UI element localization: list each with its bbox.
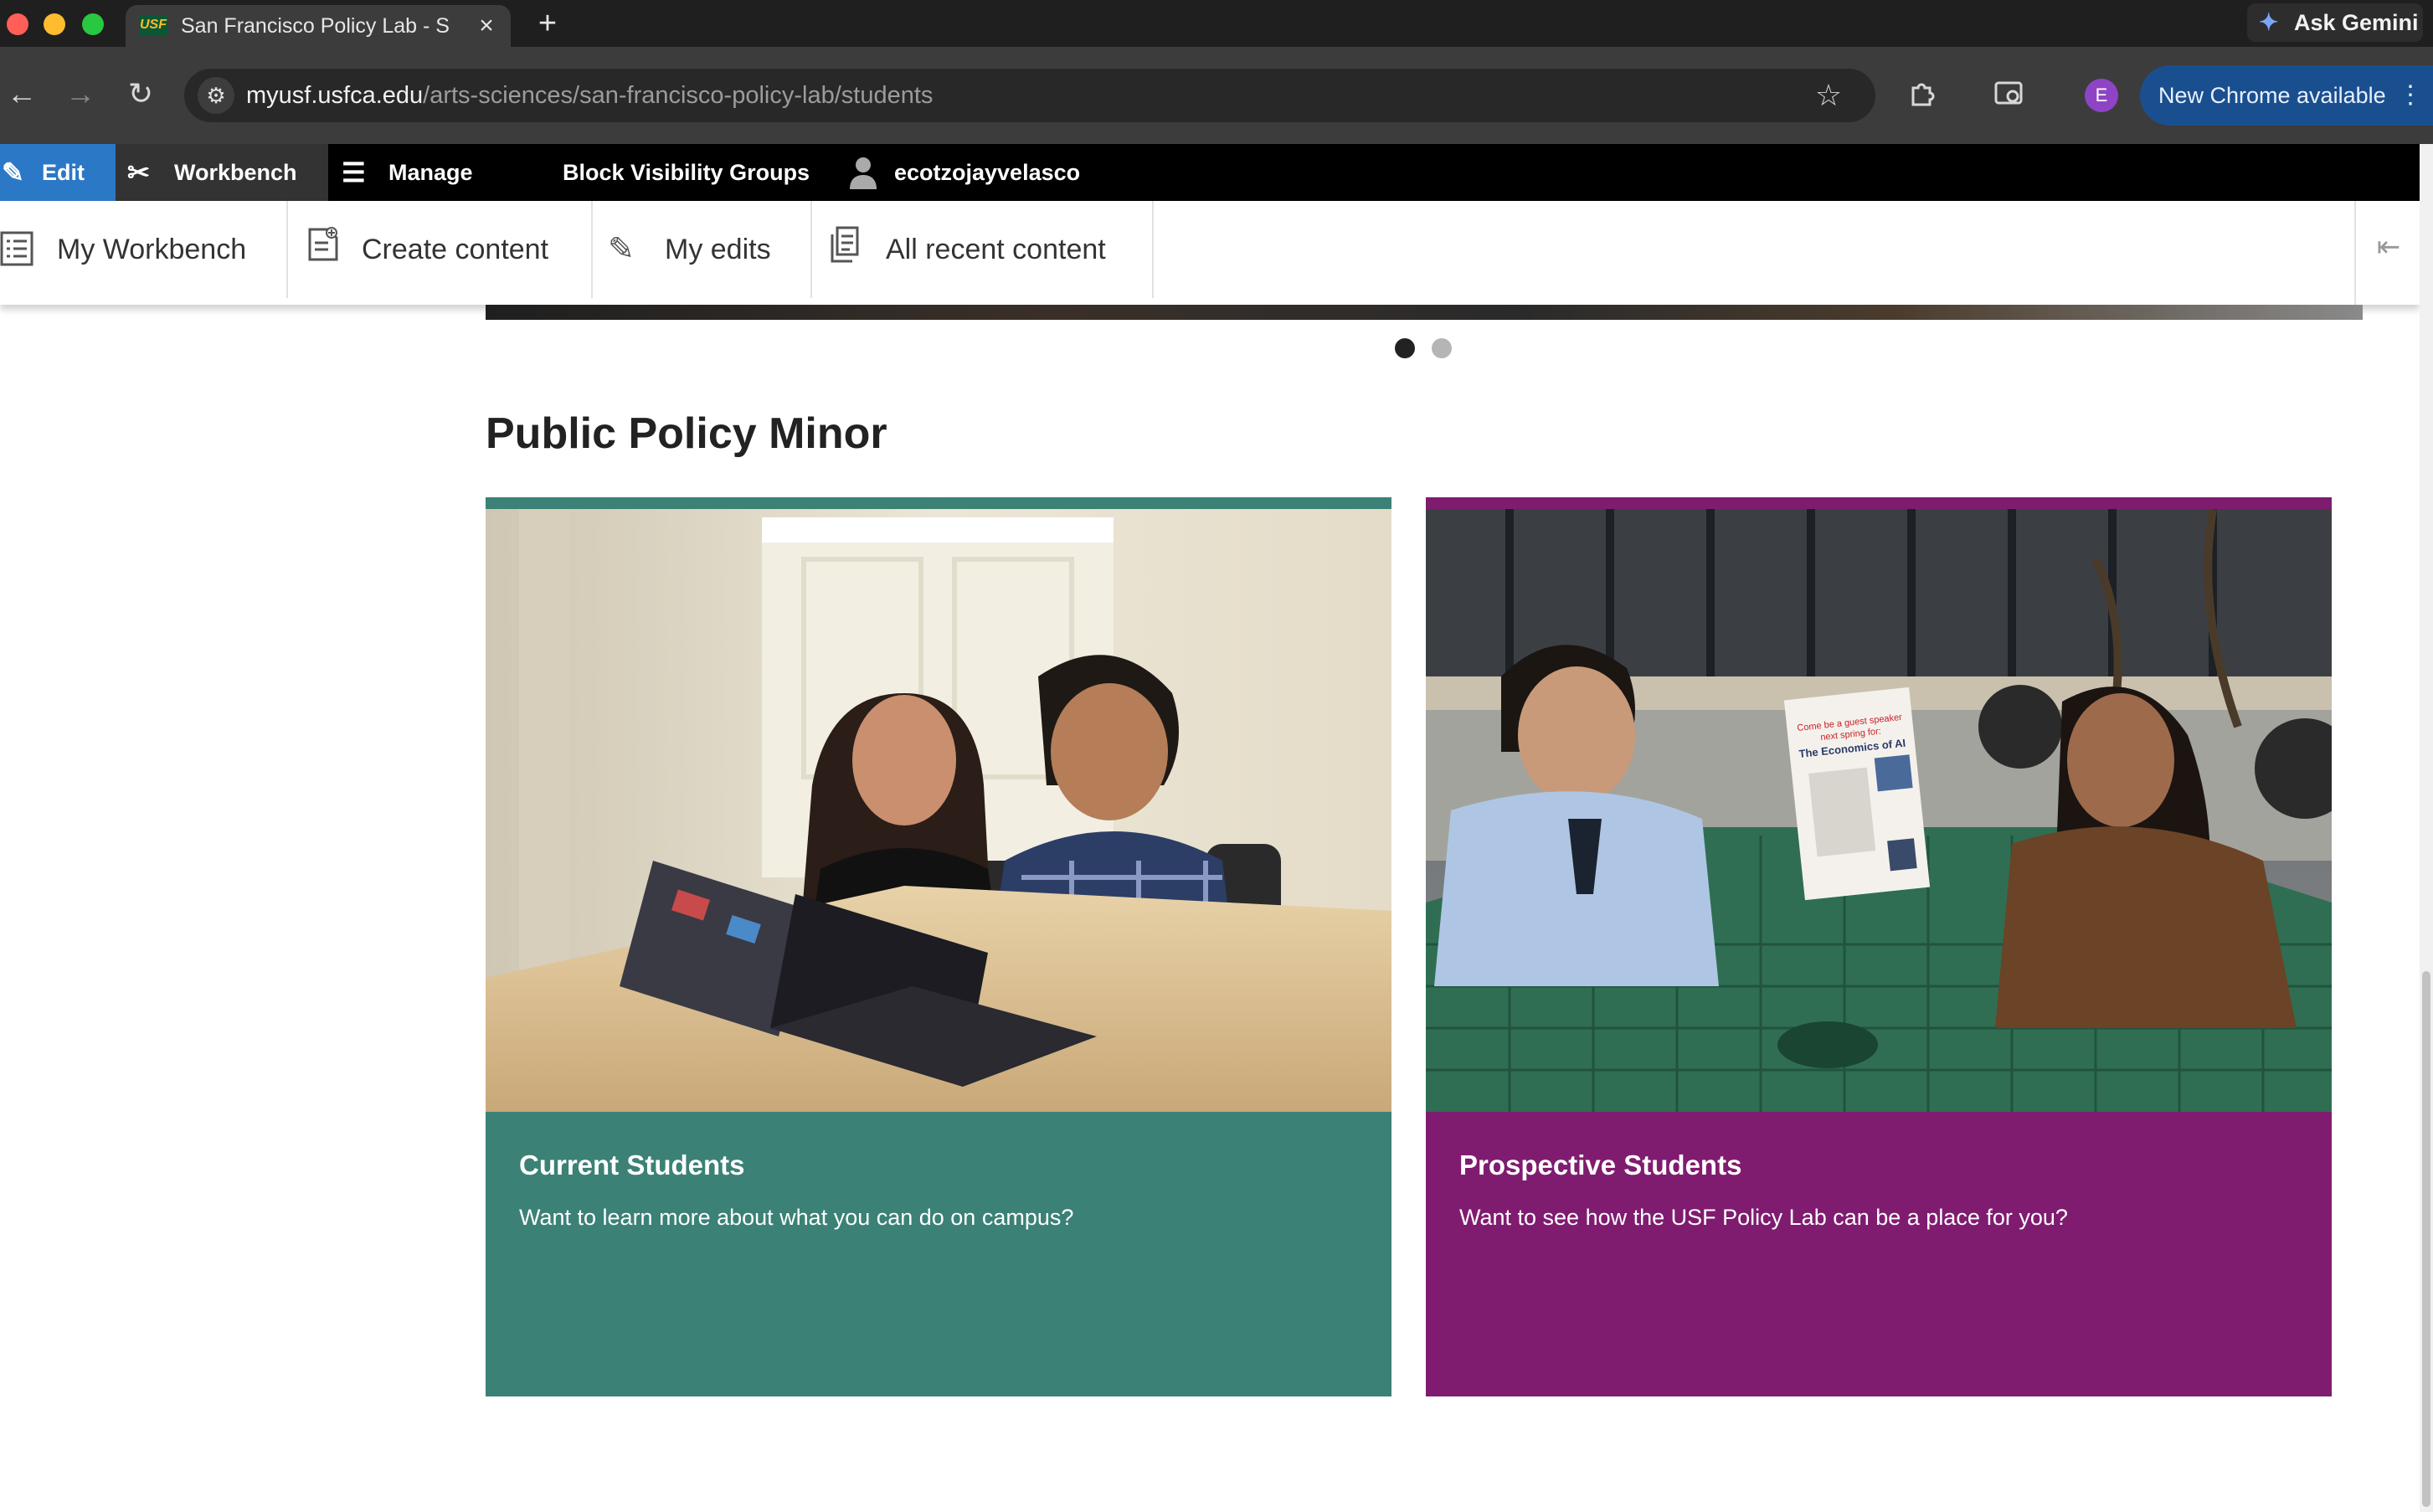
tab-search-icon[interactable] [1988, 72, 2031, 116]
hero-slider-image-edge [486, 305, 2363, 320]
ask-gemini-label: Ask Gemini [2294, 10, 2419, 35]
reload-icon[interactable]: ↻ [119, 72, 162, 116]
browser-tab-bar: USF San Francisco Policy Lab - Students … [0, 0, 2433, 47]
new-chrome-available-button[interactable]: New Chrome available ⋮ [2140, 65, 2433, 126]
block-visibility-groups-link[interactable]: Block Visibility Groups [563, 144, 831, 201]
admin-toolbar: ✎ Edit ✂ Workbench ☰ Manage Block Visibi… [0, 144, 2420, 201]
tray-divider [286, 201, 288, 298]
my-edits-link[interactable]: ✎ My edits [608, 201, 809, 298]
url-text[interactable]: myusf.usfca.edu/arts-sciences/san-franci… [246, 80, 933, 111]
manage-tab[interactable]: ☰ Manage [342, 144, 492, 201]
collapse-tray-icon[interactable]: ⇤ [2354, 201, 2421, 305]
back-arrow-icon[interactable]: ← [0, 72, 44, 116]
minimize-window-button[interactable] [44, 13, 65, 35]
documents-icon [829, 201, 864, 301]
edit-button[interactable]: ✎ Edit [0, 144, 116, 201]
maximize-window-button[interactable] [82, 13, 104, 35]
section-title: Public Policy Minor [486, 409, 887, 458]
browser-tab-active[interactable]: USF San Francisco Policy Lab - Students … [126, 5, 511, 47]
usf-favicon-icon: USF [139, 15, 167, 35]
site-info-icon[interactable]: ⚙ [198, 77, 234, 114]
workbench-tab[interactable]: ✂ Workbench [116, 144, 328, 201]
current-students-photo [486, 509, 1391, 1112]
prospective-students-photo: Come be a guest speaker next spring for:… [1426, 509, 2332, 1112]
slider-dot-active[interactable] [1395, 338, 1415, 358]
gemini-sparkle-icon: ✦ [2259, 9, 2279, 35]
address-bar[interactable]: ⚙ myusf.usfca.edu/arts-sciences/san-fran… [184, 69, 1875, 122]
tab-title: San Francisco Policy Lab - Students [181, 14, 449, 38]
browser-toolbar: ← → ↻ ⚙ myusf.usfca.edu/arts-sciences/sa… [0, 47, 2433, 144]
create-content-link[interactable]: Create content [306, 201, 591, 298]
forward-arrow-icon[interactable]: → [59, 72, 102, 116]
checklist-icon [0, 201, 33, 305]
close-window-button[interactable] [7, 13, 28, 35]
bookmark-star-icon[interactable]: ☆ [1808, 75, 1849, 116]
workbench-tray: My Workbench Create content ✎ My edits A… [0, 201, 2420, 305]
tray-divider [591, 201, 593, 298]
prospective-students-card[interactable]: Come be a guest speaker next spring for:… [1426, 497, 2332, 1396]
extensions-puzzle-icon[interactable] [1901, 72, 1944, 116]
user-account-tab[interactable]: ecotzojayvelasco [849, 144, 1100, 201]
prospective-students-heading[interactable]: Prospective Students [1459, 1147, 2297, 1184]
page-scrollbar-thumb[interactable] [2422, 971, 2430, 1507]
profile-avatar[interactable]: E [2085, 79, 2118, 112]
new-tab-button[interactable]: + [531, 7, 564, 40]
user-icon [849, 144, 877, 208]
ask-gemini-button[interactable]: ✦ Ask Gemini [2247, 3, 2423, 42]
kebab-menu-icon[interactable]: ⋮ [2398, 65, 2423, 126]
slider-dot[interactable] [1432, 338, 1452, 358]
current-students-heading[interactable]: Current Students [519, 1147, 1356, 1184]
prospective-students-text: Want to see how the USF Policy Lab can b… [1459, 1205, 2068, 1230]
add-document-icon [306, 201, 340, 301]
tab-close-icon[interactable]: × [474, 13, 499, 39]
all-recent-content-link[interactable]: All recent content [829, 201, 1147, 298]
tray-divider [1152, 201, 1154, 298]
current-students-text: Want to learn more about what you can do… [519, 1205, 1074, 1230]
my-workbench-link[interactable]: My Workbench [0, 201, 285, 298]
pencil-edit-icon: ✎ [608, 232, 635, 267]
hamburger-menu-icon: ☰ [342, 157, 366, 188]
tools-icon: ✂ [127, 157, 150, 188]
new-chrome-label: New Chrome available [2158, 83, 2386, 108]
tray-divider [810, 201, 812, 298]
current-students-card[interactable]: Current Students Want to learn more abou… [486, 497, 1391, 1396]
pencil-icon: ✎ [2, 157, 24, 188]
